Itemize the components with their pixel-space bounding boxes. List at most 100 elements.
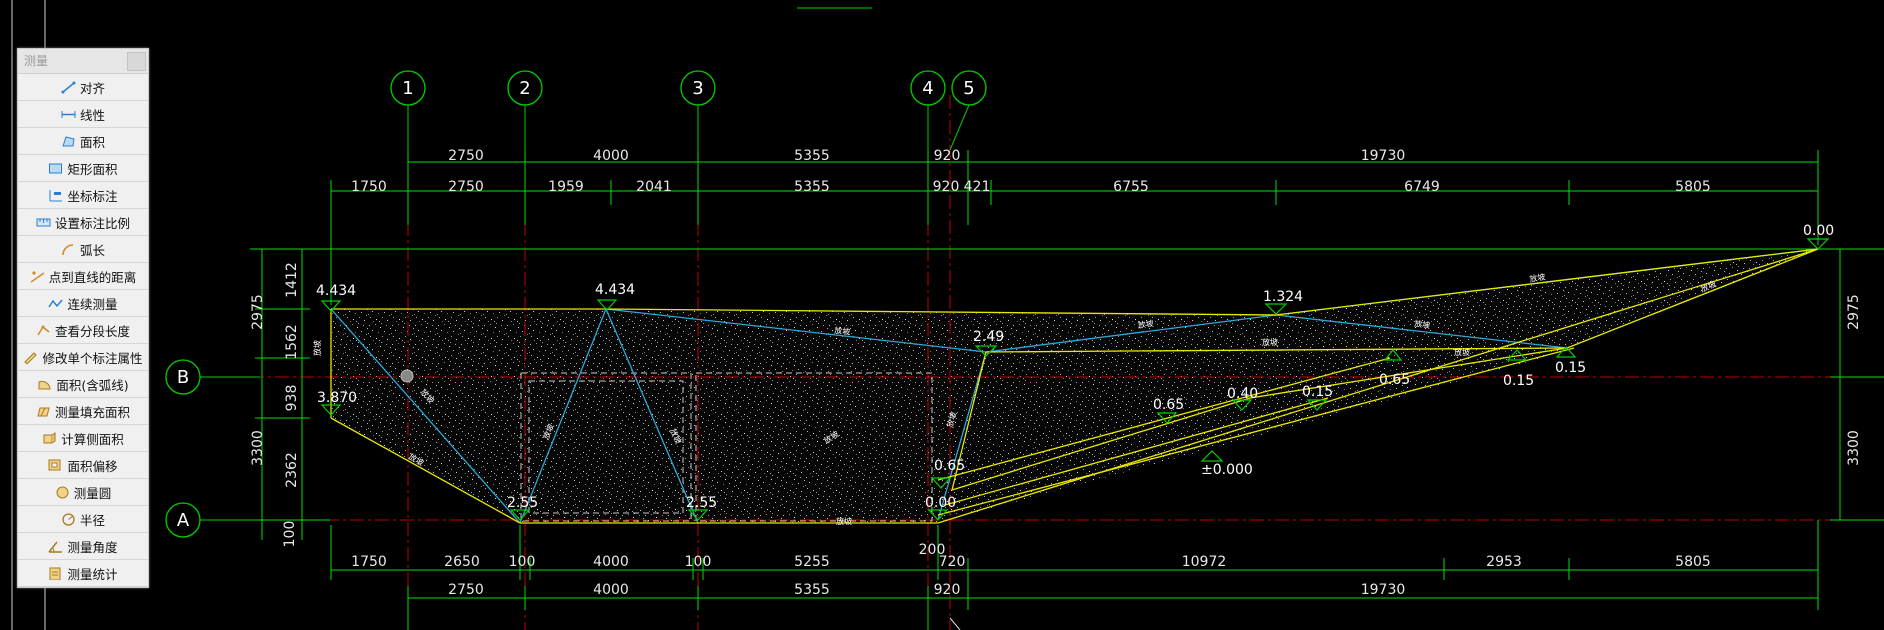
tool-item[interactable]: 设置标注比例 (18, 209, 148, 236)
dim-bottom1: 4000 (593, 554, 629, 570)
edit-dimension-icon (23, 351, 38, 364)
tool-item[interactable]: 面积偏移 (18, 452, 148, 479)
tool-item[interactable]: 坐标标注 (18, 182, 148, 209)
dim-bottom1: 1750 (351, 554, 387, 570)
angle-icon (48, 540, 63, 553)
tool-label: 测量角度 (67, 539, 118, 555)
dim-top1: 4000 (593, 148, 629, 164)
tool-item[interactable]: 测量角度 (18, 533, 148, 560)
dim-top2: 5355 (794, 179, 830, 195)
tool-label: 半径 (79, 512, 105, 528)
tool-label: 线性 (79, 107, 105, 123)
dim-top2: 5805 (1675, 179, 1711, 195)
slope-label: 放坡 (834, 325, 851, 337)
point-line-distance-icon (30, 270, 45, 283)
dim-bottom1: 100 (685, 554, 712, 570)
tool-item[interactable]: 测量统计 (18, 560, 148, 587)
bottom-marker (949, 617, 961, 630)
dim-top1: 920 (934, 148, 961, 164)
hatch-area-icon (36, 405, 51, 418)
dim-right: 3300 (1846, 430, 1862, 466)
measure-panel[interactable]: 测量 对齐线性面积矩形面积坐标标注设置标注比例弧长点到直线的距离连续测量查看分段… (17, 48, 149, 588)
slope-label: 放坡 (1262, 337, 1278, 347)
tool-label: 矩形面积 (67, 161, 118, 177)
dim-top2: 6755 (1113, 179, 1149, 195)
elevation-label: 0.15 (1302, 384, 1333, 400)
dim-bottom1: 2953 (1486, 554, 1522, 570)
tool-item[interactable]: 测量圆 (18, 479, 148, 506)
dim-bottom2: 19730 (1361, 582, 1406, 598)
tool-label: 坐标标注 (67, 188, 118, 204)
dim-left: 1562 (284, 324, 300, 360)
area-offset-icon (48, 459, 63, 472)
area-icon (61, 135, 76, 148)
side-area-icon (42, 431, 57, 445)
axis-label-4: 4 (922, 78, 933, 99)
dim-right: 2975 (1846, 294, 1862, 330)
tool-item[interactable]: 连续测量 (18, 290, 148, 317)
tool-label: 面积(含弧线) (56, 377, 129, 393)
axis-label-1: 1 (402, 78, 413, 99)
elevation-label: 3.870 (317, 390, 357, 406)
tool-label: 测量填充面积 (54, 404, 130, 420)
tool-label: 点到直线的距离 (48, 269, 137, 285)
tool-label: 测量圆 (73, 485, 112, 501)
slope-label: 放坡 (312, 340, 322, 356)
rect-area-icon (48, 162, 63, 175)
panel-title-text: 测量 (24, 54, 49, 68)
dim-top2: 2750 (448, 179, 484, 195)
elevation-label: 0.00 (1803, 223, 1834, 239)
continuous-measure-icon (48, 297, 64, 310)
elevation-label: 0.00 (925, 495, 956, 511)
arc-area-icon (37, 378, 52, 391)
tool-item[interactable]: 面积 (18, 128, 148, 155)
dim-left: 3300 (250, 430, 266, 466)
slope-label: 放坡 (1137, 318, 1154, 330)
dim-bottom2: 920 (934, 582, 961, 598)
tool-item[interactable]: 测量填充面积 (18, 398, 148, 425)
tool-item[interactable]: 弧长 (18, 236, 148, 263)
dim-top2: 1959 (548, 179, 584, 195)
dim-bottom2: 4000 (593, 582, 629, 598)
dim-top2: 6749 (1404, 179, 1440, 195)
tool-item[interactable]: 修改单个标注属性 (18, 344, 148, 371)
panel-close-button[interactable] (127, 52, 146, 71)
tool-item[interactable]: 计算侧面积 (18, 425, 148, 452)
tool-label: 设置标注比例 (54, 215, 130, 231)
dim-top2: 1750 (351, 179, 387, 195)
circle-measure-icon (55, 486, 70, 499)
panel-title[interactable]: 测量 (18, 49, 148, 74)
elevation-label: 2.49 (973, 329, 1004, 345)
tool-item[interactable]: 线性 (18, 101, 148, 128)
tool-item[interactable]: 面积(含弧线) (18, 371, 148, 398)
linear-measure-icon (61, 108, 76, 121)
tool-label: 查看分段长度 (54, 323, 130, 339)
coordinate-icon (48, 189, 63, 202)
tool-item[interactable]: 半径 (18, 506, 148, 533)
dim-top1: 19730 (1361, 148, 1406, 164)
tool-item[interactable]: 查看分段长度 (18, 317, 148, 344)
axis-label-b: B (177, 367, 189, 388)
dim-bottom1: 720 (939, 554, 966, 570)
dim-bottom1: 10972 (1182, 554, 1227, 570)
elevation-label: 2.55 (686, 495, 717, 511)
tool-label: 修改单个标注属性 (42, 350, 143, 366)
tool-label: 计算侧面积 (61, 431, 124, 447)
dim-bottom1: 100 (509, 554, 536, 570)
slope-label: 放坡 (836, 516, 852, 526)
elevation-label: 0.65 (1153, 397, 1184, 413)
cad-canvas[interactable]: 1 2 3 4 5 B A 2750 4000 5355 920 19730 1… (0, 0, 1884, 630)
tool-item[interactable]: 矩形面积 (18, 155, 148, 182)
dim-top2: 920 (933, 179, 960, 195)
tool-item[interactable]: 对齐 (18, 74, 148, 101)
scale-icon (36, 216, 51, 229)
dim-left: 938 (284, 385, 300, 412)
elevation-label: 0.65 (934, 458, 965, 474)
tool-label: 面积偏移 (67, 458, 118, 474)
elevation-label: 0.15 (1555, 360, 1586, 376)
axis-label-5: 5 (963, 78, 974, 99)
excavation-hatch (331, 249, 1818, 523)
statistics-icon (48, 567, 63, 580)
dim-bottom1: 5255 (794, 554, 830, 570)
tool-item[interactable]: 点到直线的距离 (18, 263, 148, 290)
